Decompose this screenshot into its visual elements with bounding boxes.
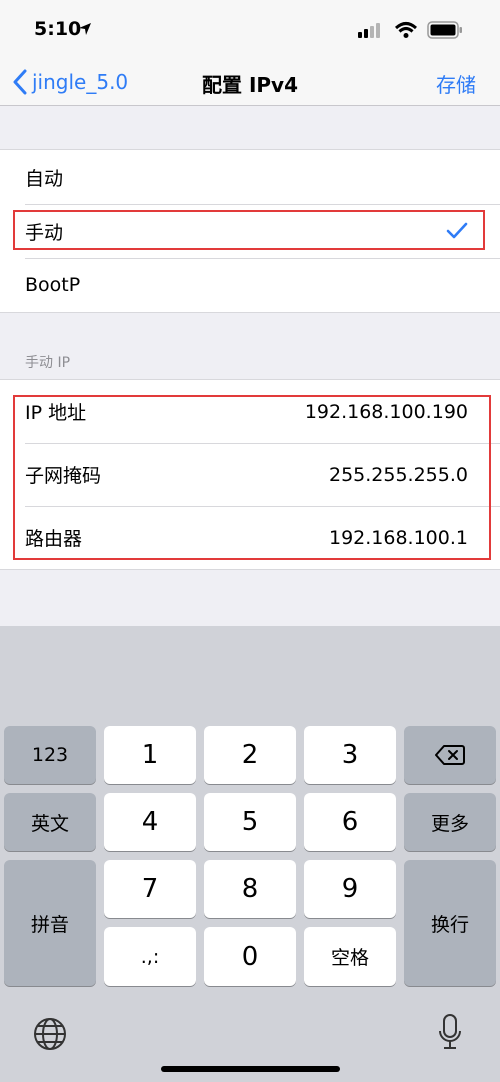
field-label: 子网掩码 bbox=[25, 465, 102, 487]
key-pinyin[interactable]: 拼音 bbox=[4, 860, 96, 986]
home-indicator bbox=[161, 1066, 340, 1072]
subnet-mask-row[interactable]: 子网掩码 255.255.255.0 bbox=[0, 443, 500, 506]
checkmark-icon bbox=[446, 222, 468, 239]
router-value[interactable]: 192.168.100.1 bbox=[329, 527, 468, 549]
page-title: 配置 IPv4 bbox=[201, 73, 298, 97]
key-1[interactable]: 1 bbox=[104, 726, 196, 784]
field-label: 路由器 bbox=[25, 528, 83, 550]
subnet-mask-value[interactable]: 255.255.255.0 bbox=[329, 464, 468, 486]
delete-key[interactable] bbox=[404, 726, 496, 784]
key-8[interactable]: 8 bbox=[204, 860, 296, 918]
manual-ip-list: IP 地址 192.168.100.190 子网掩码 255.255.255.0… bbox=[0, 379, 500, 570]
numeric-keyboard: 123 1 2 3 英文 4 5 6 更多 拼音 7 8 9 换行 .,: 0 … bbox=[0, 626, 500, 1082]
field-label: IP 地址 bbox=[25, 402, 87, 424]
option-automatic[interactable]: 自动 bbox=[0, 150, 500, 204]
status-bar: 5:10 bbox=[0, 0, 500, 58]
location-arrow-icon bbox=[79, 23, 91, 35]
save-button[interactable]: 存储 bbox=[436, 69, 476, 98]
config-options-list: 自动 手动 BootP bbox=[0, 149, 500, 313]
router-row[interactable]: 路由器 192.168.100.1 bbox=[0, 506, 500, 569]
option-manual[interactable]: 手动 bbox=[0, 204, 500, 258]
status-time: 5:10 bbox=[34, 18, 82, 40]
key-3[interactable]: 3 bbox=[304, 726, 396, 784]
key-more[interactable]: 更多 bbox=[404, 793, 496, 851]
option-label: 手动 bbox=[25, 221, 64, 244]
key-7[interactable]: 7 bbox=[104, 860, 196, 918]
key-punctuation[interactable]: .,: bbox=[104, 927, 196, 986]
option-label: 自动 bbox=[25, 167, 64, 190]
key-space[interactable]: 空格 bbox=[304, 927, 396, 986]
key-123[interactable]: 123 bbox=[4, 726, 96, 784]
key-5[interactable]: 5 bbox=[204, 793, 296, 851]
navigation-bar: jingle_5.0 配置 IPv4 存储 bbox=[0, 58, 500, 106]
status-icons bbox=[358, 20, 478, 40]
globe-icon[interactable] bbox=[33, 1017, 67, 1051]
option-label: BootP bbox=[25, 274, 81, 296]
key-0[interactable]: 0 bbox=[204, 927, 296, 986]
ip-address-row[interactable]: IP 地址 192.168.100.190 bbox=[0, 380, 500, 443]
delete-backspace-icon bbox=[435, 745, 465, 765]
section-header-manual-ip: 手动 IP bbox=[25, 355, 71, 371]
signal-wifi-battery-icon bbox=[358, 21, 462, 39]
key-2[interactable]: 2 bbox=[204, 726, 296, 784]
option-bootp[interactable]: BootP bbox=[0, 258, 500, 312]
key-9[interactable]: 9 bbox=[304, 860, 396, 918]
key-english[interactable]: 英文 bbox=[4, 793, 96, 851]
microphone-icon[interactable] bbox=[437, 1013, 463, 1053]
key-return[interactable]: 换行 bbox=[404, 860, 496, 986]
key-6[interactable]: 6 bbox=[304, 793, 396, 851]
key-4[interactable]: 4 bbox=[104, 793, 196, 851]
ip-address-value[interactable]: 192.168.100.190 bbox=[305, 401, 468, 423]
